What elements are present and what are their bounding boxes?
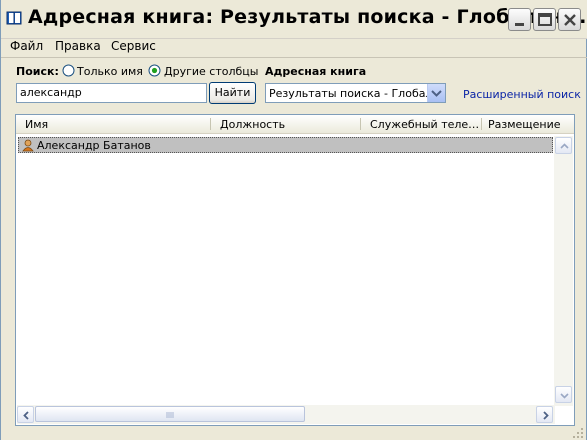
column-location[interactable]: Размещение [488,118,561,131]
thumb-grip-icon [166,412,174,418]
menu-separator [1,57,587,58]
radio-other-columns-label[interactable]: Другие столбцы [164,65,258,78]
address-book-label: Адресная книга [265,65,367,78]
scroll-right-icon [543,411,549,420]
size-grip-icon[interactable] [571,426,585,440]
column-header: Имя Должность Служебный теле… Размещение [16,115,574,134]
results-list: Имя Должность Служебный теле… Размещение… [15,114,575,426]
title-bar[interactable]: Адресная книга: Результаты поиска - Глоб… [1,0,587,39]
scroll-right-button[interactable] [536,406,553,423]
minimize-icon [515,23,524,26]
search-label: Поиск: [16,65,59,78]
radio-name-only[interactable] [62,64,75,77]
address-book-window: Адресная книга: Результаты поиска - Глоб… [0,0,587,443]
scroll-up-icon [560,143,569,149]
column-divider[interactable] [360,118,361,130]
address-book-dropdown-button[interactable] [427,84,445,102]
result-name: Александр Батанов [37,139,151,152]
horizontal-scrollbar[interactable] [17,405,555,424]
find-button[interactable]: Найти [209,82,256,104]
search-input[interactable]: александр [16,83,207,103]
close-button[interactable] [558,8,581,31]
menu-bar: Файл Правка Сервис [1,37,587,57]
address-book-select-value: Результаты поиска - Глобальн [269,87,427,100]
address-book-icon [6,11,22,25]
contact-icon [22,139,34,152]
column-name[interactable]: Имя [25,118,48,131]
result-row[interactable]: Александр Батанов [18,137,553,153]
dropdown-arrow-icon [431,90,442,97]
column-divider[interactable] [210,118,211,130]
column-divider[interactable] [481,118,482,130]
scroll-down-button[interactable] [555,386,572,403]
close-icon [564,14,576,26]
vertical-scrollbar[interactable] [554,136,573,406]
scroll-down-icon [560,393,569,399]
horizontal-scroll-thumb[interactable] [35,406,305,422]
minimize-button[interactable] [508,8,531,31]
menu-file[interactable]: Файл [10,39,43,53]
radio-other-columns[interactable] [148,64,161,77]
maximize-button[interactable] [533,8,556,31]
address-book-select[interactable]: Результаты поиска - Глобальн [265,83,446,103]
scroll-left-button[interactable] [17,406,34,423]
column-title[interactable]: Должность [220,118,285,131]
column-business-phone[interactable]: Служебный теле… [370,118,479,131]
advanced-search-link[interactable]: Расширенный поиск [463,88,581,101]
scroll-left-icon [23,411,29,420]
window-title: Адресная книга: Результаты поиска - Глоб… [28,6,587,28]
menu-edit[interactable]: Правка [55,39,101,53]
radio-name-only-label[interactable]: Только имя [77,65,143,78]
scroll-up-button[interactable] [555,137,572,154]
menu-tools[interactable]: Сервис [111,39,156,53]
maximize-icon [538,13,552,26]
